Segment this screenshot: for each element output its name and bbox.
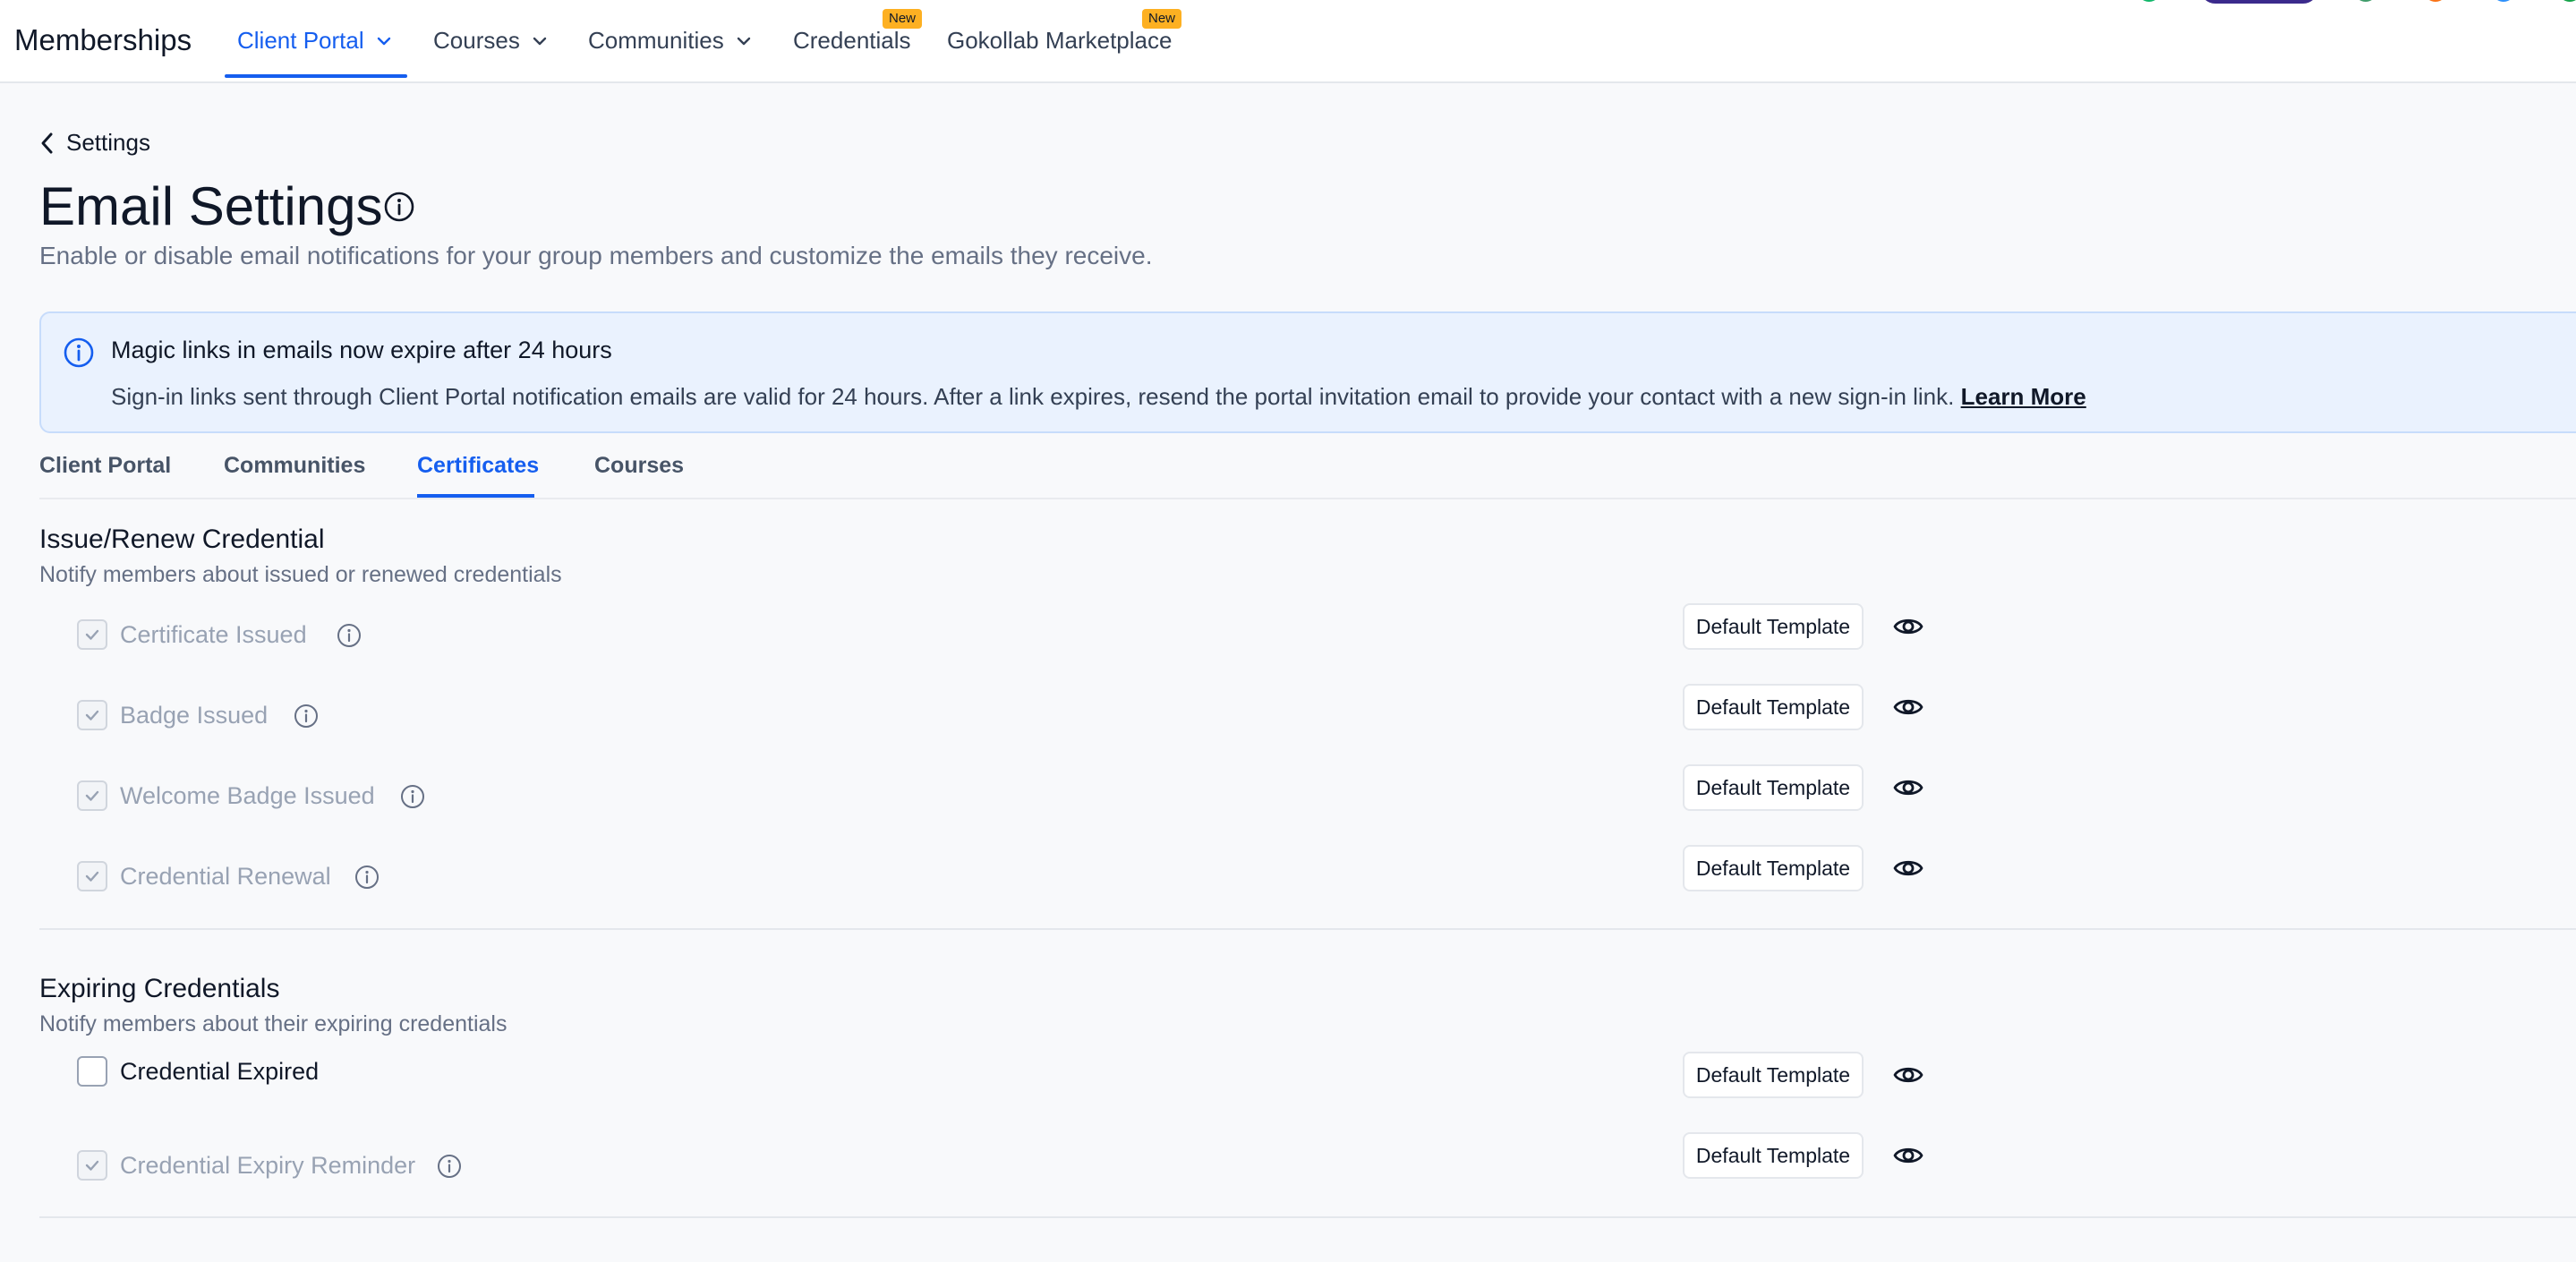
eye-icon[interactable] bbox=[1892, 1059, 1924, 1091]
default-template-button[interactable]: Default Template bbox=[1683, 1132, 1864, 1179]
nav-item-label: Communities bbox=[588, 27, 724, 54]
check-icon bbox=[85, 790, 99, 801]
nav-active-indicator bbox=[225, 74, 407, 78]
info-icon[interactable] bbox=[437, 1154, 462, 1179]
section-divider bbox=[39, 1216, 2576, 1218]
tab-communities[interactable]: Communities bbox=[224, 453, 365, 479]
nav-communities[interactable]: Communities bbox=[588, 27, 753, 55]
app-title: Memberships bbox=[14, 23, 192, 56]
credential-expiry-reminder-checkbox[interactable] bbox=[77, 1150, 107, 1181]
check-icon bbox=[85, 710, 99, 721]
row-label: Credential Expiry Reminder bbox=[120, 1152, 416, 1179]
check-icon bbox=[85, 871, 99, 882]
user-avatar[interactable] bbox=[2354, 0, 2377, 2]
badge-issued-checkbox[interactable] bbox=[77, 700, 107, 730]
tab-client-portal[interactable]: Client Portal bbox=[39, 453, 171, 479]
tab-certificates[interactable]: Certificates bbox=[417, 453, 539, 479]
welcome-badge-issued-checkbox[interactable] bbox=[77, 780, 107, 811]
nav-credentials[interactable]: Credentials bbox=[793, 27, 911, 55]
certificate-issued-checkbox[interactable] bbox=[77, 619, 107, 650]
row-label: Certificate Issued bbox=[120, 621, 307, 648]
chevron-left-icon bbox=[41, 132, 53, 153]
page-title: Email Settings bbox=[39, 176, 383, 236]
info-icon[interactable] bbox=[354, 865, 380, 890]
info-banner: Magic links in emails now expire after 2… bbox=[39, 311, 2576, 433]
row-label: Credential Expired bbox=[120, 1058, 320, 1085]
banner-title: Magic links in emails now expire after 2… bbox=[111, 337, 612, 363]
eye-icon[interactable] bbox=[1892, 610, 1924, 643]
upgrade-button[interactable] bbox=[2200, 0, 2318, 4]
section-title: Issue/Renew Credential bbox=[39, 524, 325, 554]
eye-icon[interactable] bbox=[1892, 772, 1924, 804]
info-icon[interactable] bbox=[294, 703, 319, 729]
new-badge: New bbox=[883, 9, 923, 29]
nav-item-label: Credentials bbox=[793, 27, 911, 54]
notifications-avatar[interactable] bbox=[2424, 0, 2447, 2]
check-icon bbox=[85, 629, 99, 640]
eye-icon[interactable] bbox=[1892, 1139, 1924, 1172]
page-subtitle: Enable or disable email notifications fo… bbox=[39, 242, 1153, 269]
default-template-button[interactable]: Default Template bbox=[1683, 1052, 1864, 1098]
info-icon bbox=[64, 337, 94, 368]
info-icon[interactable] bbox=[337, 623, 362, 648]
learn-more-link[interactable]: Learn More bbox=[1961, 383, 2086, 410]
section-subtitle: Notify members about their expiring cred… bbox=[39, 1011, 508, 1036]
row-label: Badge Issued bbox=[120, 702, 269, 729]
top-navigation: Memberships Client Portal Courses Commun… bbox=[0, 0, 2576, 83]
banner-body: Sign-in links sent through Client Portal… bbox=[111, 383, 1955, 410]
nav-client-portal[interactable]: Client Portal bbox=[237, 27, 393, 55]
nav-item-label: Courses bbox=[433, 27, 520, 54]
default-template-button[interactable]: Default Template bbox=[1683, 764, 1864, 811]
section-subtitle: Notify members about issued or renewed c… bbox=[39, 562, 562, 587]
profile-avatar[interactable] bbox=[2558, 0, 2576, 2]
nav-item-label: Gokollab Marketplace bbox=[947, 27, 1173, 54]
nav-courses[interactable]: Courses bbox=[433, 27, 549, 55]
eye-icon[interactable] bbox=[1892, 852, 1924, 884]
default-template-button[interactable]: Default Template bbox=[1683, 684, 1864, 730]
row-label: Welcome Badge Issued bbox=[120, 782, 375, 809]
credential-renewal-checkbox[interactable] bbox=[77, 861, 107, 891]
back-link-label: Settings bbox=[66, 129, 150, 156]
new-badge: New bbox=[1142, 9, 1182, 29]
back-to-settings-link[interactable]: Settings bbox=[39, 129, 150, 157]
chevron-down-icon bbox=[737, 37, 750, 45]
tab-active-indicator bbox=[417, 494, 534, 498]
default-template-button[interactable]: Default Template bbox=[1683, 845, 1864, 891]
tab-courses[interactable]: Courses bbox=[594, 453, 684, 479]
credential-expired-checkbox[interactable] bbox=[77, 1056, 107, 1087]
chevron-down-icon bbox=[533, 37, 547, 45]
default-template-button[interactable]: Default Template bbox=[1683, 603, 1864, 650]
section-title: Expiring Credentials bbox=[39, 974, 280, 1003]
status-avatar[interactable] bbox=[2137, 0, 2161, 2]
help-avatar[interactable] bbox=[2492, 0, 2515, 2]
banner-text: Sign-in links sent through Client Portal… bbox=[111, 383, 2086, 411]
chevron-down-icon bbox=[377, 37, 390, 45]
nav-item-label: Client Portal bbox=[237, 27, 364, 54]
info-icon[interactable] bbox=[383, 191, 415, 223]
row-label: Credential Renewal bbox=[120, 863, 331, 890]
section-divider bbox=[39, 928, 2576, 930]
info-icon[interactable] bbox=[400, 784, 425, 809]
tab-bar: Client Portal Communities Certificates C… bbox=[39, 448, 2576, 499]
nav-gokollab-marketplace[interactable]: Gokollab Marketplace bbox=[947, 27, 1172, 55]
check-icon bbox=[85, 1160, 99, 1171]
eye-icon[interactable] bbox=[1892, 691, 1924, 723]
